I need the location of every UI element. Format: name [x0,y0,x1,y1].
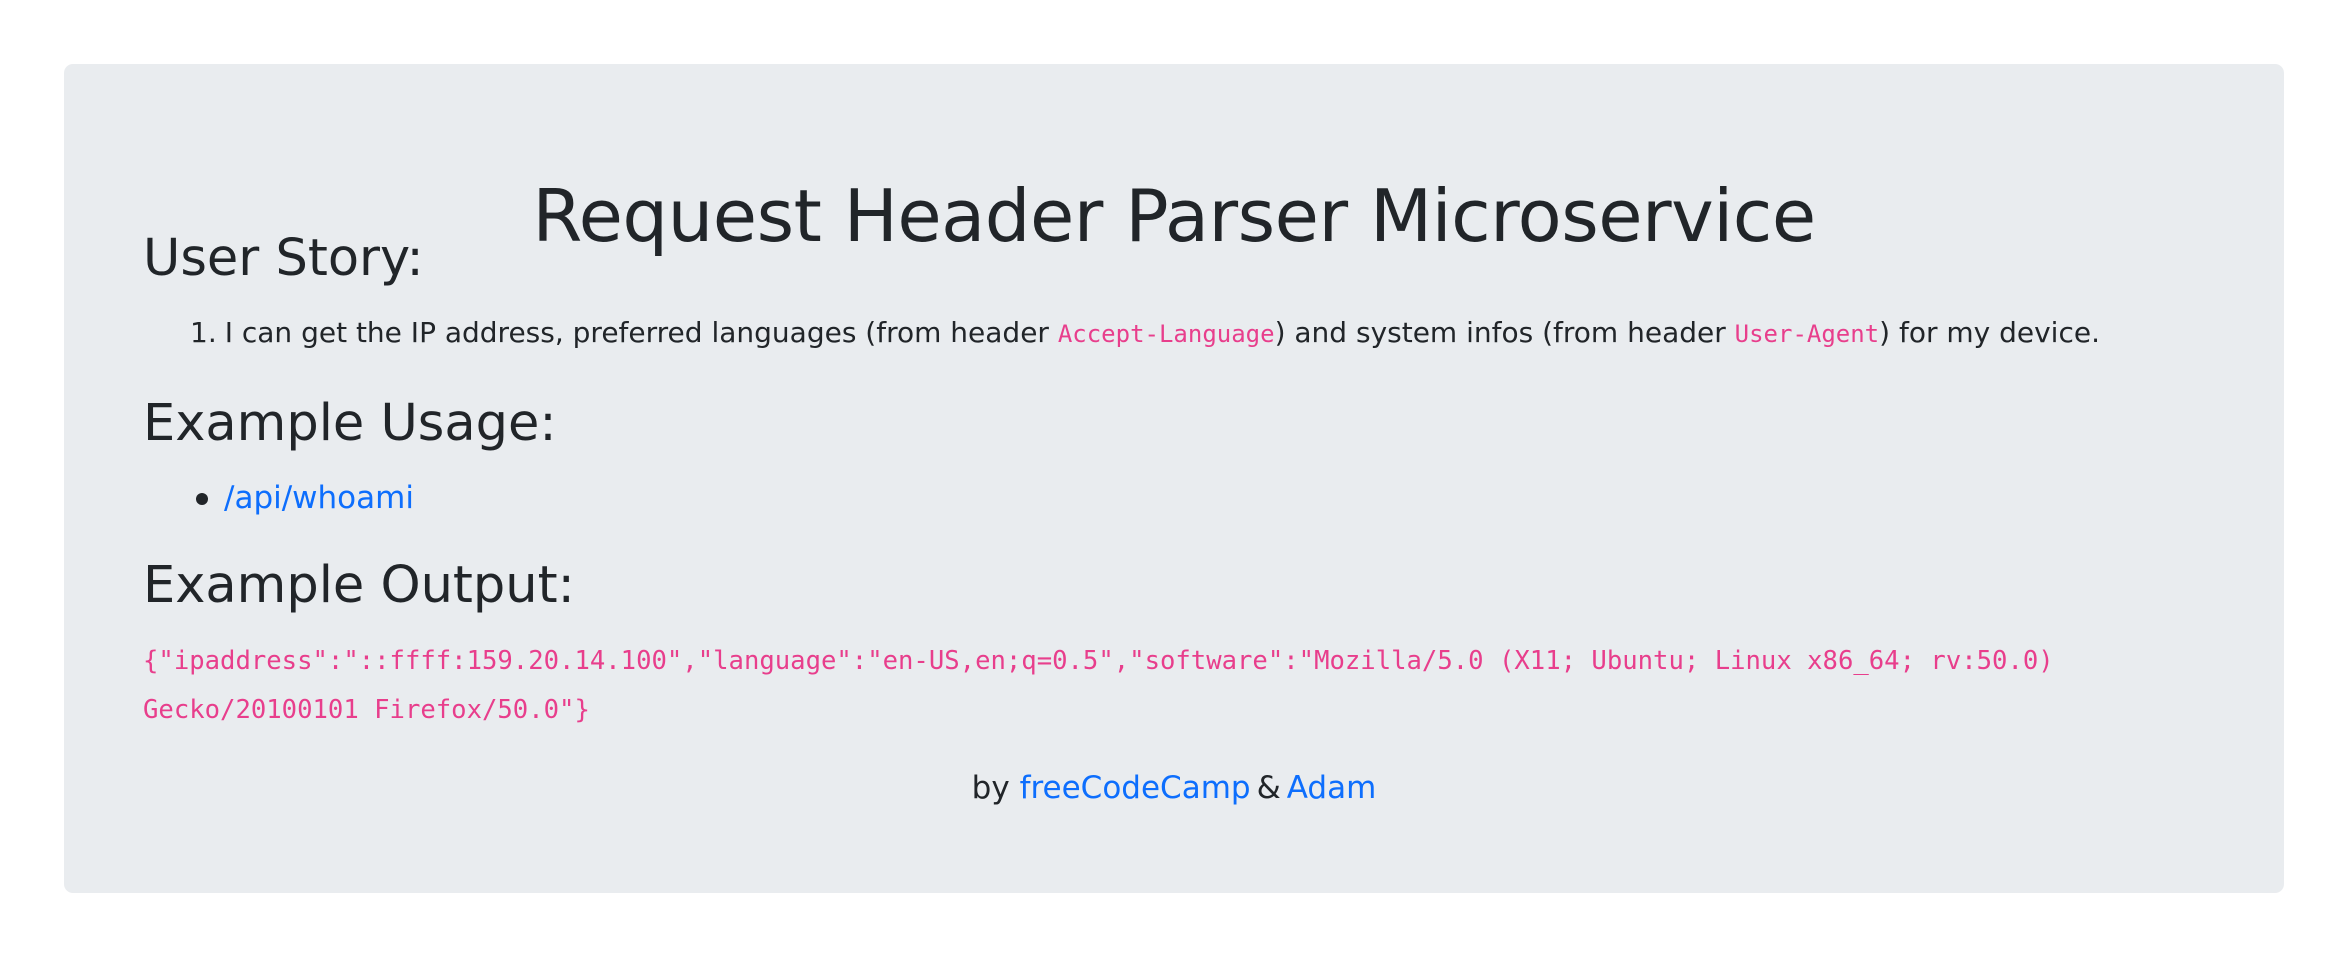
accept-language-code: Accept-Language [1057,320,1275,348]
user-story-text-3: ) for my device. [1879,316,2100,349]
list-item-number: 1. [190,316,217,349]
example-output-line-2: Gecko/20100101 Firefox/50.0"} [143,695,590,725]
main-container: Request Header Parser Microservice User … [64,64,2284,893]
user-story-heading: User Story: [143,229,424,288]
footer-ampersand: & [1256,770,1281,806]
footer-by-text: by [971,770,1010,806]
example-usage-item: /api/whoami [190,480,414,517]
user-story-item: 1. I can get the IP address, preferred la… [190,316,2100,350]
bullet-icon [196,492,208,505]
example-usage-heading: Example Usage: [143,394,557,453]
user-story-text-2: ) and system infos (from header [1274,316,1735,349]
api-whoami-link[interactable]: /api/whoami [224,480,414,517]
adam-link[interactable]: Adam [1287,770,1377,806]
example-output-heading: Example Output: [143,556,575,615]
user-story-text-1: I can get the IP address, preferred lang… [224,316,1058,349]
user-agent-code: User-Agent [1734,320,1880,348]
freecodecamp-link[interactable]: freeCodeCamp [1020,770,1251,806]
example-output-line-1: {"ipaddress":"::ffff:159.20.14.100","lan… [143,646,2054,676]
footer-credits: by freeCodeCamp & Adam [64,770,2284,807]
